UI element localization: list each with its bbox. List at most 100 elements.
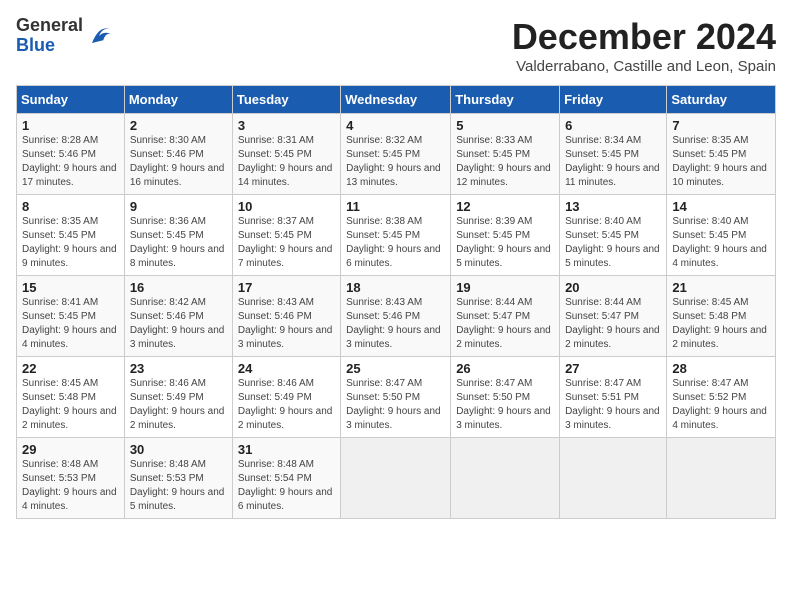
calendar-week-row: 22 Sunrise: 8:45 AM Sunset: 5:48 PM Dayl…	[17, 357, 776, 438]
calendar-cell: 30 Sunrise: 8:48 AM Sunset: 5:53 PM Dayl…	[124, 438, 232, 519]
calendar-cell: 4 Sunrise: 8:32 AM Sunset: 5:45 PM Dayli…	[341, 114, 451, 195]
day-number: 8	[22, 199, 119, 214]
day-info: Sunrise: 8:39 AM Sunset: 5:45 PM Dayligh…	[456, 215, 554, 271]
calendar-cell	[667, 438, 776, 519]
day-info: Sunrise: 8:45 AM Sunset: 5:48 PM Dayligh…	[22, 377, 119, 433]
day-number: 6	[565, 118, 661, 133]
weekday-header: Saturday	[667, 86, 776, 114]
day-info: Sunrise: 8:41 AM Sunset: 5:45 PM Dayligh…	[22, 296, 119, 352]
calendar-cell: 1 Sunrise: 8:28 AM Sunset: 5:46 PM Dayli…	[17, 114, 125, 195]
calendar-cell: 9 Sunrise: 8:36 AM Sunset: 5:45 PM Dayli…	[124, 195, 232, 276]
day-info: Sunrise: 8:40 AM Sunset: 5:45 PM Dayligh…	[565, 215, 661, 271]
day-info: Sunrise: 8:43 AM Sunset: 5:46 PM Dayligh…	[346, 296, 445, 352]
logo: General Blue	[16, 16, 113, 56]
calendar-cell: 17 Sunrise: 8:43 AM Sunset: 5:46 PM Dayl…	[232, 276, 340, 357]
day-info: Sunrise: 8:36 AM Sunset: 5:45 PM Dayligh…	[130, 215, 227, 271]
day-number: 25	[346, 361, 445, 376]
calendar-cell: 13 Sunrise: 8:40 AM Sunset: 5:45 PM Dayl…	[560, 195, 667, 276]
calendar-week-row: 1 Sunrise: 8:28 AM Sunset: 5:46 PM Dayli…	[17, 114, 776, 195]
day-number: 2	[130, 118, 227, 133]
calendar-week-row: 8 Sunrise: 8:35 AM Sunset: 5:45 PM Dayli…	[17, 195, 776, 276]
weekday-header: Friday	[560, 86, 667, 114]
day-info: Sunrise: 8:46 AM Sunset: 5:49 PM Dayligh…	[238, 377, 335, 433]
day-number: 23	[130, 361, 227, 376]
day-number: 11	[346, 199, 445, 214]
day-number: 3	[238, 118, 335, 133]
title-block: December 2024 Valderrabano, Castille and…	[512, 16, 776, 75]
day-number: 1	[22, 118, 119, 133]
calendar-table: SundayMondayTuesdayWednesdayThursdayFrid…	[16, 85, 776, 519]
day-info: Sunrise: 8:47 AM Sunset: 5:50 PM Dayligh…	[346, 377, 445, 433]
day-number: 29	[22, 442, 119, 457]
page-header: General Blue December 2024 Valderrabano,…	[16, 16, 776, 75]
calendar-cell: 29 Sunrise: 8:48 AM Sunset: 5:53 PM Dayl…	[17, 438, 125, 519]
day-number: 22	[22, 361, 119, 376]
day-number: 7	[672, 118, 770, 133]
calendar-cell: 6 Sunrise: 8:34 AM Sunset: 5:45 PM Dayli…	[560, 114, 667, 195]
day-info: Sunrise: 8:28 AM Sunset: 5:46 PM Dayligh…	[22, 134, 119, 190]
day-info: Sunrise: 8:43 AM Sunset: 5:46 PM Dayligh…	[238, 296, 335, 352]
day-info: Sunrise: 8:33 AM Sunset: 5:45 PM Dayligh…	[456, 134, 554, 190]
calendar-cell: 28 Sunrise: 8:47 AM Sunset: 5:52 PM Dayl…	[667, 357, 776, 438]
day-info: Sunrise: 8:40 AM Sunset: 5:45 PM Dayligh…	[672, 215, 770, 271]
day-info: Sunrise: 8:48 AM Sunset: 5:54 PM Dayligh…	[238, 458, 335, 514]
day-info: Sunrise: 8:34 AM Sunset: 5:45 PM Dayligh…	[565, 134, 661, 190]
day-number: 19	[456, 280, 554, 295]
day-number: 13	[565, 199, 661, 214]
location-title: Valderrabano, Castille and Leon, Spain	[512, 58, 776, 75]
calendar-cell: 20 Sunrise: 8:44 AM Sunset: 5:47 PM Dayl…	[560, 276, 667, 357]
logo-text: General Blue	[16, 16, 83, 56]
day-number: 10	[238, 199, 335, 214]
calendar-cell: 10 Sunrise: 8:37 AM Sunset: 5:45 PM Dayl…	[232, 195, 340, 276]
day-number: 21	[672, 280, 770, 295]
day-number: 14	[672, 199, 770, 214]
day-info: Sunrise: 8:47 AM Sunset: 5:50 PM Dayligh…	[456, 377, 554, 433]
day-number: 30	[130, 442, 227, 457]
calendar-cell: 7 Sunrise: 8:35 AM Sunset: 5:45 PM Dayli…	[667, 114, 776, 195]
calendar-cell: 14 Sunrise: 8:40 AM Sunset: 5:45 PM Dayl…	[667, 195, 776, 276]
calendar-cell: 8 Sunrise: 8:35 AM Sunset: 5:45 PM Dayli…	[17, 195, 125, 276]
header-row: SundayMondayTuesdayWednesdayThursdayFrid…	[17, 86, 776, 114]
calendar-cell: 22 Sunrise: 8:45 AM Sunset: 5:48 PM Dayl…	[17, 357, 125, 438]
calendar-cell	[451, 438, 560, 519]
day-number: 4	[346, 118, 445, 133]
day-number: 17	[238, 280, 335, 295]
day-info: Sunrise: 8:47 AM Sunset: 5:52 PM Dayligh…	[672, 377, 770, 433]
day-info: Sunrise: 8:44 AM Sunset: 5:47 PM Dayligh…	[565, 296, 661, 352]
day-info: Sunrise: 8:31 AM Sunset: 5:45 PM Dayligh…	[238, 134, 335, 190]
calendar-cell: 2 Sunrise: 8:30 AM Sunset: 5:46 PM Dayli…	[124, 114, 232, 195]
calendar-cell: 3 Sunrise: 8:31 AM Sunset: 5:45 PM Dayli…	[232, 114, 340, 195]
day-info: Sunrise: 8:46 AM Sunset: 5:49 PM Dayligh…	[130, 377, 227, 433]
calendar-week-row: 15 Sunrise: 8:41 AM Sunset: 5:45 PM Dayl…	[17, 276, 776, 357]
logo-icon	[85, 22, 113, 50]
day-info: Sunrise: 8:35 AM Sunset: 5:45 PM Dayligh…	[22, 215, 119, 271]
day-number: 15	[22, 280, 119, 295]
calendar-cell: 26 Sunrise: 8:47 AM Sunset: 5:50 PM Dayl…	[451, 357, 560, 438]
calendar-cell: 18 Sunrise: 8:43 AM Sunset: 5:46 PM Dayl…	[341, 276, 451, 357]
calendar-week-row: 29 Sunrise: 8:48 AM Sunset: 5:53 PM Dayl…	[17, 438, 776, 519]
day-number: 28	[672, 361, 770, 376]
day-info: Sunrise: 8:48 AM Sunset: 5:53 PM Dayligh…	[22, 458, 119, 514]
month-title: December 2024	[512, 16, 776, 58]
day-number: 9	[130, 199, 227, 214]
day-number: 18	[346, 280, 445, 295]
calendar-cell: 25 Sunrise: 8:47 AM Sunset: 5:50 PM Dayl…	[341, 357, 451, 438]
weekday-header: Thursday	[451, 86, 560, 114]
calendar-cell: 12 Sunrise: 8:39 AM Sunset: 5:45 PM Dayl…	[451, 195, 560, 276]
calendar-header: SundayMondayTuesdayWednesdayThursdayFrid…	[17, 86, 776, 114]
calendar-cell: 27 Sunrise: 8:47 AM Sunset: 5:51 PM Dayl…	[560, 357, 667, 438]
calendar-cell: 16 Sunrise: 8:42 AM Sunset: 5:46 PM Dayl…	[124, 276, 232, 357]
calendar-cell: 21 Sunrise: 8:45 AM Sunset: 5:48 PM Dayl…	[667, 276, 776, 357]
day-number: 27	[565, 361, 661, 376]
day-info: Sunrise: 8:37 AM Sunset: 5:45 PM Dayligh…	[238, 215, 335, 271]
day-number: 24	[238, 361, 335, 376]
day-info: Sunrise: 8:42 AM Sunset: 5:46 PM Dayligh…	[130, 296, 227, 352]
weekday-header: Tuesday	[232, 86, 340, 114]
day-info: Sunrise: 8:35 AM Sunset: 5:45 PM Dayligh…	[672, 134, 770, 190]
day-info: Sunrise: 8:30 AM Sunset: 5:46 PM Dayligh…	[130, 134, 227, 190]
calendar-cell: 15 Sunrise: 8:41 AM Sunset: 5:45 PM Dayl…	[17, 276, 125, 357]
day-number: 16	[130, 280, 227, 295]
calendar-cell	[560, 438, 667, 519]
calendar-cell: 19 Sunrise: 8:44 AM Sunset: 5:47 PM Dayl…	[451, 276, 560, 357]
day-info: Sunrise: 8:47 AM Sunset: 5:51 PM Dayligh…	[565, 377, 661, 433]
